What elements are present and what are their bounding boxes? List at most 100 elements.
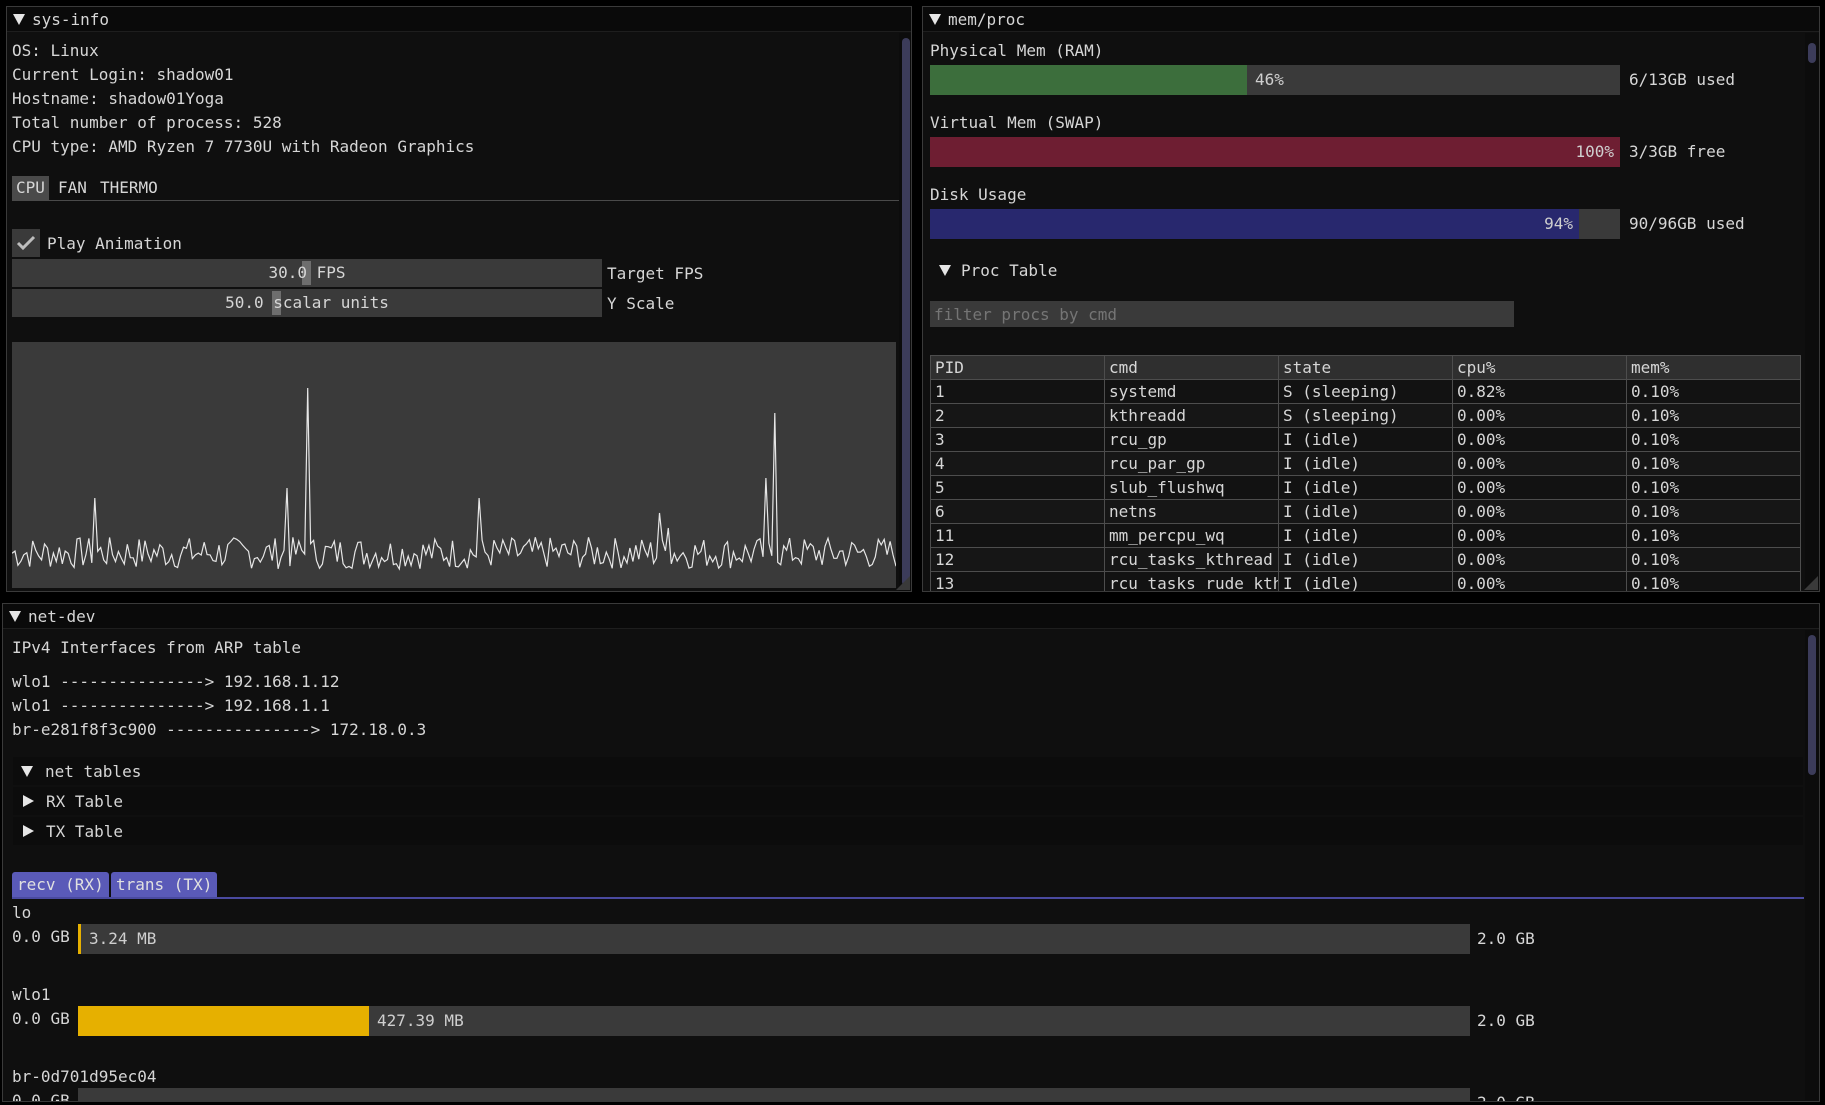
table-row[interactable]: 2 kthreadd S (sleeping) 0.00% 0.10% bbox=[930, 403, 1801, 428]
window-title: net-dev bbox=[28, 606, 96, 626]
collapse-arrow-icon[interactable] bbox=[9, 610, 21, 622]
table-cell: 0.00% bbox=[1452, 403, 1627, 428]
table-cell: 2 bbox=[930, 403, 1105, 428]
proc-column-header[interactable]: PID bbox=[930, 355, 1105, 380]
tree-net-tables[interactable]: net tables bbox=[13, 757, 1803, 785]
tab-fan[interactable]: FAN bbox=[54, 176, 91, 200]
tree-tx-table-label: TX Table bbox=[46, 821, 124, 841]
arp-entry: wlo1 ---------------> 192.168.1.12 bbox=[12, 672, 340, 691]
table-row[interactable]: 11 mm_percpu_wq I (idle) 0.00% 0.10% bbox=[930, 523, 1801, 548]
cpu-type-line: CPU type: AMD Ryzen 7 7730U with Radeon … bbox=[12, 137, 475, 156]
table-cell: 4 bbox=[930, 451, 1105, 476]
tab-thermo[interactable]: THERMO bbox=[96, 176, 162, 200]
fps-slider-label: Target FPS bbox=[607, 264, 704, 283]
table-cell: rcu_tasks_rude_kth bbox=[1104, 571, 1279, 591]
disk-usage-fill bbox=[930, 209, 1579, 239]
table-row[interactable]: 1 systemd S (sleeping) 0.82% 0.10% bbox=[930, 379, 1801, 404]
table-row[interactable]: 12 rcu_tasks_kthread I (idle) 0.00% 0.10% bbox=[930, 547, 1801, 572]
tree-rx-table-label: RX Table bbox=[46, 791, 124, 811]
collapse-arrow-icon[interactable] bbox=[939, 265, 951, 276]
table-cell: 0.10% bbox=[1626, 475, 1801, 500]
mem-proc-titlebar[interactable]: mem/proc bbox=[923, 7, 1819, 32]
sys-info-scrollbar[interactable] bbox=[899, 33, 911, 591]
table-cell: 0.00% bbox=[1452, 499, 1627, 524]
tree-rx-table[interactable]: RX Table bbox=[13, 787, 1803, 815]
cpu-plot-line bbox=[11, 387, 897, 571]
fps-slider[interactable]: 30.0 FPS bbox=[12, 259, 602, 287]
interface-max: 2.0 GB bbox=[1477, 1011, 1535, 1030]
tab-underline bbox=[12, 897, 1804, 899]
resize-grip-icon[interactable] bbox=[1804, 576, 1818, 590]
tab-trans-tx[interactable]: trans (TX) bbox=[111, 872, 218, 898]
checkmark-icon bbox=[16, 235, 36, 251]
table-cell: 3 bbox=[930, 427, 1105, 452]
yscale-slider-value: 50.0 scalar units bbox=[225, 293, 389, 312]
table-row[interactable]: 13 rcu_tasks_rude_kth I (idle) 0.00% 0.10% bbox=[930, 571, 1801, 591]
scrollbar-grab[interactable] bbox=[1808, 635, 1816, 775]
table-cell: rcu_tasks_kthread bbox=[1104, 547, 1279, 572]
physical-mem-summary: 6/13GB used bbox=[1629, 70, 1735, 89]
mem-proc-scrollbar[interactable] bbox=[1805, 33, 1819, 591]
interface-bar-fill bbox=[78, 1006, 369, 1036]
disk-usage-label: Disk Usage bbox=[930, 185, 1027, 204]
mem-proc-window: mem/proc Physical Mem (RAM) 46% 6/13GB u… bbox=[922, 6, 1820, 592]
table-row[interactable]: 5 slub_flushwq I (idle) 0.00% 0.10% bbox=[930, 475, 1801, 500]
interface-value: 3.24 MB bbox=[89, 929, 157, 948]
table-cell: 0.10% bbox=[1626, 379, 1801, 404]
hostname-line: Hostname: shadow01Yoga bbox=[12, 89, 224, 108]
table-cell: I (idle) bbox=[1278, 547, 1453, 572]
login-line: Current Login: shadow01 bbox=[12, 65, 234, 84]
proc-column-header[interactable]: cpu% bbox=[1452, 355, 1627, 380]
tab-recv-rx[interactable]: recv (RX) bbox=[12, 872, 109, 898]
interface-name: lo bbox=[12, 903, 32, 922]
collapse-arrow-icon[interactable] bbox=[929, 13, 941, 25]
interface-name: wlo1 bbox=[12, 985, 51, 1004]
virtual-mem-fill bbox=[930, 137, 1620, 167]
table-cell: 0.82% bbox=[1452, 379, 1627, 404]
tree-tx-table[interactable]: TX Table bbox=[13, 817, 1803, 845]
table-cell: I (idle) bbox=[1278, 451, 1453, 476]
yscale-slider-label: Y Scale bbox=[607, 294, 675, 313]
table-row[interactable]: 6 netns I (idle) 0.00% 0.10% bbox=[930, 499, 1801, 524]
interface-name: br-0d701d95ec04 bbox=[12, 1067, 157, 1086]
table-cell: 12 bbox=[930, 547, 1105, 572]
table-cell: netns bbox=[1104, 499, 1279, 524]
proc-filter-input[interactable] bbox=[930, 301, 1514, 327]
net-dev-scrollbar[interactable] bbox=[1805, 630, 1819, 1100]
table-cell: I (idle) bbox=[1278, 523, 1453, 548]
yscale-slider[interactable]: 50.0 scalar units bbox=[12, 289, 602, 317]
table-cell: 0.00% bbox=[1452, 427, 1627, 452]
proc-column-header[interactable]: mem% bbox=[1626, 355, 1801, 380]
table-cell: 0.10% bbox=[1626, 523, 1801, 548]
interface-min: 0.0 GB bbox=[12, 927, 70, 946]
table-cell: 6 bbox=[930, 499, 1105, 524]
window-title: sys-info bbox=[32, 9, 110, 29]
proc-table-header[interactable]: Proc Table bbox=[933, 261, 1057, 280]
collapse-arrow-icon[interactable] bbox=[13, 13, 25, 25]
table-cell: 0.00% bbox=[1452, 451, 1627, 476]
table-cell: 5 bbox=[930, 475, 1105, 500]
proc-column-header[interactable]: state bbox=[1278, 355, 1453, 380]
interface-value: 427.39 MB bbox=[377, 1011, 464, 1030]
resize-grip-icon[interactable] bbox=[896, 576, 910, 590]
table-cell: I (idle) bbox=[1278, 571, 1453, 591]
physical-mem-percent: 46% bbox=[1255, 70, 1284, 89]
net-dev-titlebar[interactable]: net-dev bbox=[3, 604, 1819, 629]
virtual-mem-percent: 100% bbox=[1575, 142, 1614, 161]
tab-cpu[interactable]: CPU bbox=[12, 176, 49, 200]
tree-net-tables-label: net tables bbox=[45, 761, 142, 781]
table-row[interactable]: 4 rcu_par_gp I (idle) 0.00% 0.10% bbox=[930, 451, 1801, 476]
sys-info-titlebar[interactable]: sys-info bbox=[7, 7, 911, 32]
collapse-arrow-icon[interactable] bbox=[21, 765, 33, 777]
expand-arrow-icon[interactable] bbox=[23, 795, 34, 807]
interface-bar bbox=[78, 1088, 1470, 1101]
scrollbar-grab[interactable] bbox=[902, 38, 910, 586]
table-cell: I (idle) bbox=[1278, 427, 1453, 452]
arp-heading: IPv4 Interfaces from ARP table bbox=[12, 638, 301, 657]
scrollbar-grab[interactable] bbox=[1808, 43, 1816, 63]
expand-arrow-icon[interactable] bbox=[23, 825, 34, 837]
play-checkbox[interactable] bbox=[12, 229, 40, 257]
table-row[interactable]: 3 rcu_gp I (idle) 0.00% 0.10% bbox=[930, 427, 1801, 452]
disk-usage-bar: 94% bbox=[930, 209, 1620, 239]
proc-column-header[interactable]: cmd bbox=[1104, 355, 1279, 380]
